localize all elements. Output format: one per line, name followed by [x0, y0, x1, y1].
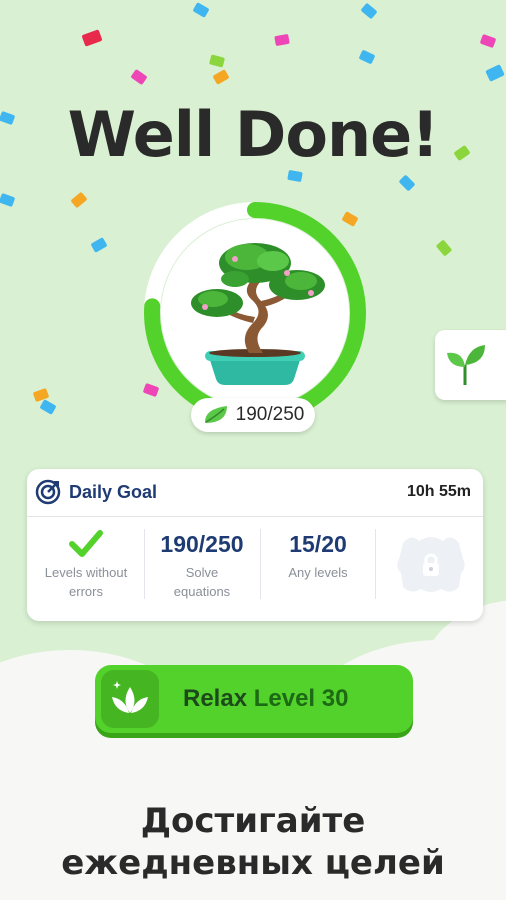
footer-line: ежедневных целей	[61, 843, 445, 883]
lotus-icon	[101, 670, 159, 728]
goal-levels-without-errors: Levels without errors	[29, 529, 143, 601]
goal-value: 15/20	[289, 531, 347, 557]
play-button-level: Level 30	[253, 685, 349, 712]
goal-status	[29, 529, 143, 559]
goal-label: Any levels	[261, 563, 375, 582]
bonsai-tree-icon	[191, 243, 325, 385]
column-separator	[375, 529, 376, 599]
side-panel-tab[interactable]	[435, 330, 506, 400]
footer-caption: Достигайте ежедневных целей	[0, 800, 506, 884]
checkmark-icon	[69, 530, 103, 557]
divider	[27, 516, 483, 517]
daily-goal-header: Daily Goal	[35, 479, 157, 505]
target-icon	[35, 479, 61, 505]
goal-label-line: Any levels	[288, 565, 348, 580]
play-button-label: Relax Level 30	[183, 685, 348, 713]
tree-progress-text: 190/250	[235, 404, 305, 425]
goal-label-line: equations	[173, 584, 231, 599]
leaf-icon	[204, 406, 227, 423]
goal-any-levels: 15/20 Any levels	[261, 529, 375, 582]
goal-label-line: Solve	[185, 565, 219, 580]
daily-goal-timer: 10h 55m	[406, 483, 471, 500]
goal-label: Solve equations	[145, 563, 259, 601]
daily-goal-card: Daily Goal 10h 55m Levels without errors…	[27, 469, 483, 621]
page-title: Well Done!	[67, 98, 440, 171]
lotus-glyph	[112, 681, 148, 713]
daily-goal-title: Daily Goal	[69, 481, 158, 502]
locked-reward[interactable]	[395, 533, 467, 600]
play-relax-level-button[interactable]: Relax Level 30	[95, 665, 413, 733]
footer-line: Достигайте	[140, 801, 366, 841]
goal-label: Levels without errors	[29, 563, 143, 601]
play-button-mode: Relax	[183, 685, 248, 712]
locked-reward-icon	[397, 537, 465, 592]
goal-label-line: Levels without	[44, 565, 128, 580]
tree-frame	[161, 219, 349, 407]
sprout-icon	[447, 345, 485, 385]
goal-label-line: errors	[69, 584, 103, 599]
goal-value: 190/250	[160, 531, 244, 557]
goal-solve-equations: 190/250 Solve equations	[145, 529, 259, 601]
tree-progress-ring	[143, 201, 367, 425]
tree-progress-badge: 190/250	[191, 398, 315, 432]
